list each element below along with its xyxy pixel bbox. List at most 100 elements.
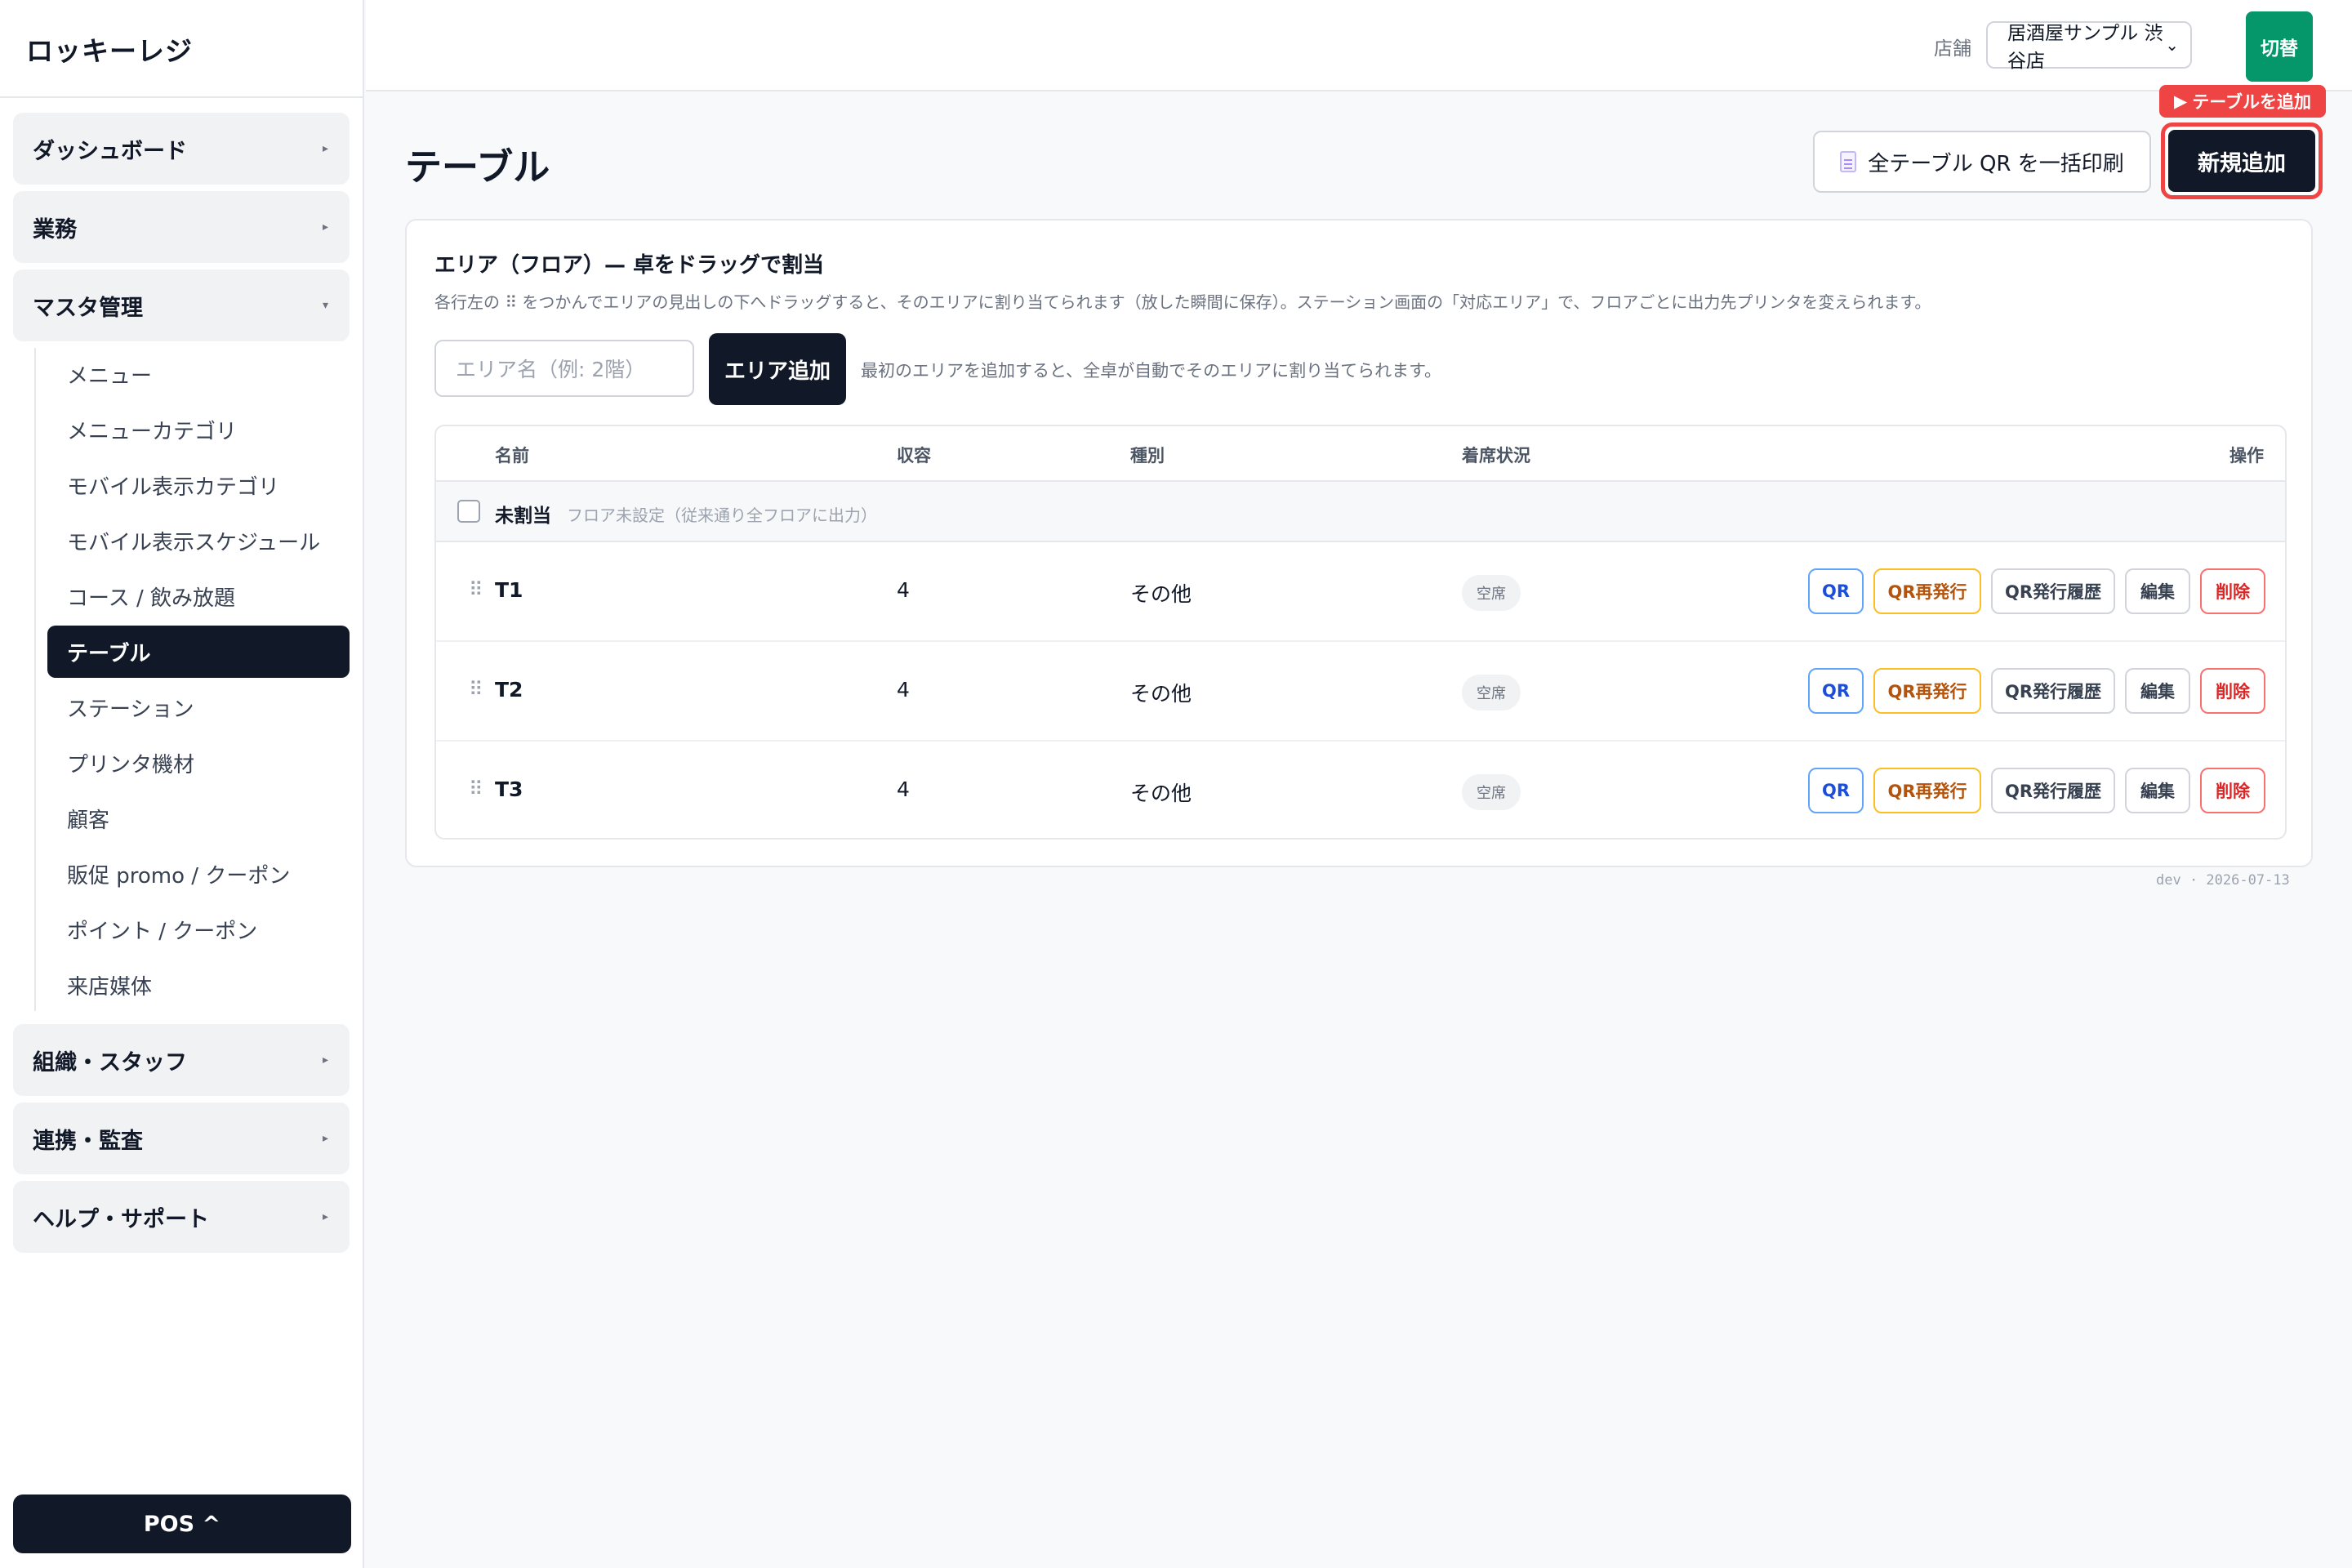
page-title: テーブル: [405, 145, 550, 189]
brand-logo: ロッキーレジ: [0, 0, 363, 98]
header-capacity: 収容: [897, 446, 931, 466]
table-header: 名前 収容 種別 着席状況 操作: [436, 426, 2285, 482]
header-kind: 種別: [1130, 446, 1165, 466]
sidebar-item-points[interactable]: ポイント / クーポン: [47, 903, 350, 956]
area-card-title: エリア（フロア）— 卓をドラッグで割当: [434, 253, 825, 278]
sidebar-item-mobile-schedule[interactable]: モバイル表示スケジュール: [47, 514, 350, 567]
print-all-qr-label: 全テーブル QR を一括印刷: [1868, 151, 2124, 176]
table-capacity: 4: [897, 578, 910, 602]
add-table-tip: ▶ テーブルを追加: [2159, 85, 2326, 118]
sidebar-group-label: マスタ管理: [33, 295, 143, 321]
qr-history-button[interactable]: QR発行履歴: [1991, 568, 2115, 614]
sidebar-group-master[interactable]: マスタ管理 ▾: [13, 270, 350, 341]
caret-down-icon: ▾: [322, 299, 328, 312]
area-hint: 最初のエリアを追加すると、全卓が自動でそのエリアに割り当てられます。: [861, 361, 1442, 381]
sidebar-item-tables[interactable]: テーブル: [47, 626, 350, 678]
table-name: T1: [495, 578, 523, 602]
tables-table: 名前 収容 種別 着席状況 操作 未割当 フロア未設定（従来通り全フロアに出力）…: [434, 425, 2287, 840]
caret-right-icon: ▸: [322, 220, 328, 234]
store-select-value: 居酒屋サンプル 渋谷店: [2007, 23, 2163, 72]
switch-store-button[interactable]: 切替: [2246, 11, 2313, 82]
new-table-button[interactable]: 新規追加: [2168, 130, 2315, 192]
qr-button[interactable]: QR: [1808, 768, 1864, 813]
edit-button[interactable]: 編集: [2125, 768, 2190, 813]
unassigned-group: 未割当 フロア未設定（従来通り全フロアに出力）: [436, 482, 2285, 542]
sidebar-item-course[interactable]: コース / 飲み放題: [47, 570, 350, 622]
build-info: dev · 2026-07-13: [2156, 872, 2290, 889]
new-table-button-highlight: 新規追加: [2161, 122, 2323, 199]
table-row: ⠿ T1 4 その他 空席 QR QR再発行 QR発行履歴 編集 削除: [436, 542, 2285, 642]
sidebar-item-channel[interactable]: 来店媒体: [47, 959, 350, 1011]
qr-button[interactable]: QR: [1808, 668, 1864, 714]
sidebar-item-menu-category[interactable]: メニューカテゴリ: [47, 403, 350, 456]
sidebar-item-mobile-category[interactable]: モバイル表示カテゴリ: [47, 459, 350, 511]
table-name: T2: [495, 678, 523, 702]
chevron-down-icon: ⌄: [2165, 35, 2179, 55]
qr-button[interactable]: QR: [1808, 568, 1864, 614]
sidebar-item-station[interactable]: ステーション: [47, 681, 350, 733]
area-card: エリア（フロア）— 卓をドラッグで割当 各行左の ⠿ をつかんでエリアの見出しの…: [405, 219, 2313, 867]
sidebar-group-label: 連携・監査: [33, 1128, 143, 1154]
table-capacity: 4: [897, 678, 910, 702]
status-badge: 空席: [1462, 675, 1521, 710]
delete-button[interactable]: 削除: [2200, 768, 2265, 813]
qr-reissue-button[interactable]: QR再発行: [1873, 668, 1981, 714]
add-area-button[interactable]: エリア追加: [709, 333, 846, 405]
sidebar-group-operations[interactable]: 業務 ▸: [13, 191, 350, 263]
drag-handle-icon[interactable]: ⠿: [469, 578, 483, 601]
table-kind: その他: [1130, 782, 1192, 805]
status-badge: 空席: [1462, 575, 1521, 611]
print-all-qr-button[interactable]: 全テーブル QR を一括印刷: [1813, 131, 2151, 193]
table-kind: その他: [1130, 582, 1192, 606]
sidebar-group-help[interactable]: ヘルプ・サポート ▸: [13, 1181, 350, 1253]
qr-history-button[interactable]: QR発行履歴: [1991, 768, 2115, 813]
sidebar-item-printer[interactable]: プリンタ機材: [47, 737, 350, 789]
unassigned-checkbox[interactable]: [457, 500, 480, 523]
table-kind: その他: [1130, 682, 1192, 706]
sidebar-group-label: ヘルプ・サポート: [33, 1206, 209, 1232]
delete-button[interactable]: 削除: [2200, 568, 2265, 614]
area-card-description: 各行左の ⠿ をつかんでエリアの見出しの下へドラッグすると、そのエリアに割り当て…: [434, 292, 1931, 312]
sidebar-group-dashboard[interactable]: ダッシュボード ▸: [13, 113, 350, 185]
table-capacity: 4: [897, 777, 910, 801]
qr-reissue-button[interactable]: QR再発行: [1873, 768, 1981, 813]
drag-handle-icon[interactable]: ⠿: [469, 777, 483, 800]
sidebar-item-customer[interactable]: 顧客: [47, 792, 350, 844]
caret-right-icon: ▸: [322, 1132, 328, 1145]
sidebar-group-label: 業務: [33, 216, 77, 243]
table-row: ⠿ T3 4 その他 空席 QR QR再発行 QR発行履歴 編集 削除: [436, 742, 2285, 838]
row-actions: QR QR再発行 QR発行履歴 編集 削除: [1808, 668, 2265, 714]
sidebar-group-org-staff[interactable]: 組織・スタッフ ▸: [13, 1024, 350, 1096]
edit-button[interactable]: 編集: [2125, 668, 2190, 714]
table-name: T3: [495, 777, 523, 801]
status-badge: 空席: [1462, 774, 1521, 810]
sidebar-group-integration-audit[interactable]: 連携・監査 ▸: [13, 1102, 350, 1174]
row-actions: QR QR再発行 QR発行履歴 編集 削除: [1808, 768, 2265, 813]
qr-history-button[interactable]: QR発行履歴: [1991, 668, 2115, 714]
sidebar: ロッキーレジ ダッシュボード ▸ 業務 ▸ マスタ管理 ▾ メニュー メニューカ…: [0, 0, 364, 1568]
sidebar-group-label: 組織・スタッフ: [33, 1049, 187, 1076]
store-label: 店舗: [1934, 38, 1971, 60]
table-row: ⠿ T2 4 その他 空席 QR QR再発行 QR発行履歴 編集 削除: [436, 642, 2285, 742]
header-name: 名前: [495, 446, 529, 466]
edit-button[interactable]: 編集: [2125, 568, 2190, 614]
sidebar-item-promo[interactable]: 販促 promo / クーポン: [47, 848, 350, 900]
header-status: 着席状況: [1462, 446, 1530, 466]
unassigned-note: フロア未設定（従来通り全フロアに出力）: [567, 506, 877, 525]
add-table-tip-label: テーブルを追加: [2192, 92, 2311, 112]
area-name-input[interactable]: エリア名（例: 2階）: [434, 340, 694, 397]
unassigned-label: 未割当: [495, 506, 551, 527]
drag-handle-icon[interactable]: ⠿: [469, 678, 483, 701]
caret-right-icon: ▸: [322, 1210, 328, 1223]
pos-button[interactable]: POS ^: [13, 1494, 351, 1553]
master-subnav: メニュー メニューカテゴリ モバイル表示カテゴリ モバイル表示スケジュール コー…: [34, 348, 350, 1011]
topbar: 店舗 居酒屋サンプル 渋谷店 ⌄ 切替: [366, 0, 2352, 91]
delete-button[interactable]: 削除: [2200, 668, 2265, 714]
store-select[interactable]: 居酒屋サンプル 渋谷店 ⌄: [1986, 21, 2192, 72]
document-icon: [1840, 151, 1857, 172]
qr-reissue-button[interactable]: QR再発行: [1873, 568, 1981, 614]
caret-right-icon: ▸: [322, 1054, 328, 1067]
sidebar-nav: ダッシュボード ▸ 業務 ▸ マスタ管理 ▾ メニュー メニューカテゴリ モバイ…: [0, 98, 363, 1253]
sidebar-item-menu[interactable]: メニュー: [47, 348, 350, 400]
header-actions: 操作: [2230, 446, 2264, 466]
